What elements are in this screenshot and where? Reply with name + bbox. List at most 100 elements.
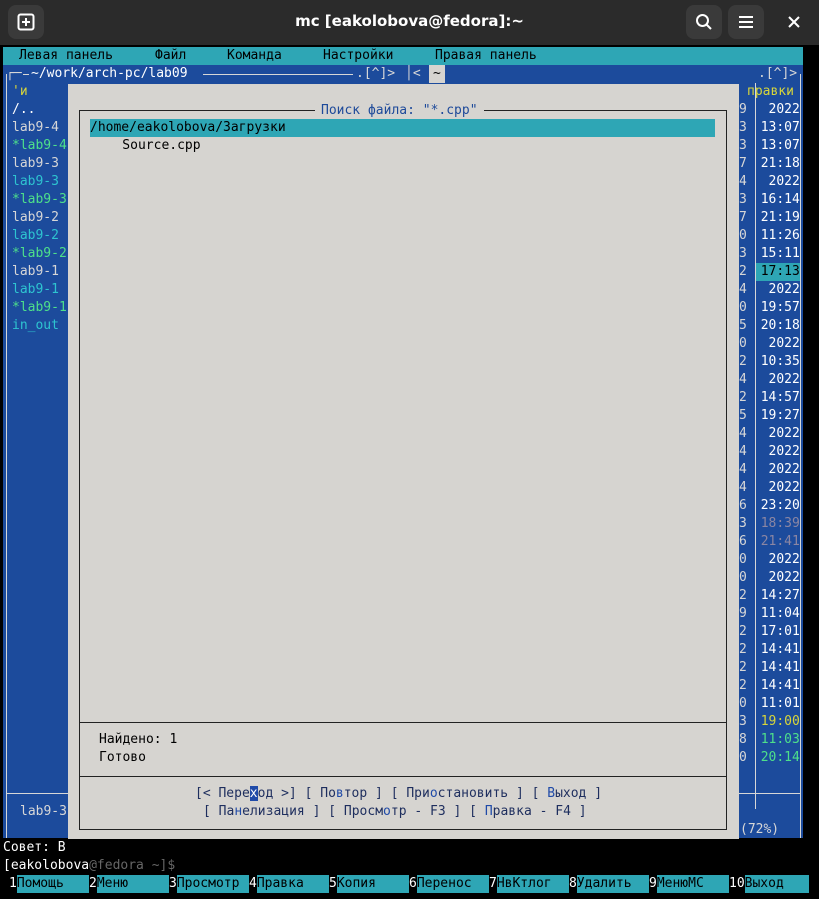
right-panel-file-row[interactable]: 5 20:18 — [739, 317, 800, 335]
left-panel-file-row[interactable]: lab9-3 — [12, 155, 59, 173]
fkey-10[interactable]: 10Выход — [729, 875, 809, 893]
right-panel-file-row[interactable]: 2 17:13 — [739, 263, 800, 281]
dialog-frame-bottom — [79, 829, 727, 830]
right-panel-file-row[interactable]: 2 14:41 — [739, 659, 800, 677]
row-modify-time: 11:03 — [760, 732, 800, 747]
right-panel-file-row[interactable]: 2 14:27 — [739, 587, 800, 605]
left-panel-file-row[interactable]: *lab9-3 — [12, 191, 67, 209]
fkey-8[interactable]: 8Удалить — [569, 875, 649, 893]
row-size-tail: 9 — [739, 102, 747, 117]
fkey-1[interactable]: 1Помощь — [9, 875, 89, 893]
right-panel-file-row[interactable]: 0 11:01 — [739, 695, 800, 713]
right-panel-file-row[interactable]: 7 21:18 — [739, 155, 800, 173]
row-modify-time: 17:01 — [760, 624, 800, 639]
menu-settings[interactable]: Настройки — [323, 47, 393, 65]
menu-right-panel[interactable]: Правая панель — [435, 47, 537, 65]
row-modify-time: 19:27 — [760, 408, 800, 423]
left-panel-file-row[interactable]: lab9-1 — [12, 263, 59, 281]
right-panel-file-row[interactable]: 2 14:41 — [739, 641, 800, 659]
dialog-title: Поиск файла: "*.cpp" — [315, 102, 484, 120]
fkey-6[interactable]: 6Перенос — [409, 875, 489, 893]
right-panel-file-row[interactable]: 0 2022 — [739, 569, 800, 587]
right-panel-file-row[interactable]: 3 19:00 — [739, 713, 800, 731]
right-panel-file-row[interactable]: 4 2022 — [739, 173, 800, 191]
left-panel-file-row[interactable]: lab9-2 — [12, 209, 59, 227]
dialog-button-2[interactable]: [ Приостановить ] — [391, 786, 524, 801]
menu-file[interactable]: Файл — [155, 47, 186, 65]
dialog-button-2-2[interactable]: [ Правка - F4 ] — [469, 804, 586, 819]
right-panel-file-row[interactable]: 3 15:11 — [739, 245, 800, 263]
row-size-tail: 5 — [739, 318, 747, 333]
dialog-button-3[interactable]: [ Выход ] — [532, 786, 602, 801]
prompt-user: [eakolobova — [3, 858, 90, 873]
left-panel-file-row[interactable]: lab9-2 — [12, 227, 59, 245]
close-window-button[interactable] — [776, 5, 812, 39]
fkey-7[interactable]: 7НвКтлог — [489, 875, 569, 893]
right-panel-path[interactable]: ~ — [429, 65, 445, 83]
hint-line: Совет: В — [3, 839, 803, 857]
right-panel-file-row[interactable]: 2 10:35 — [739, 353, 800, 371]
dialog-button-2-1[interactable]: [ Просмотр - F3 ] — [328, 804, 461, 819]
right-panel-file-row[interactable]: 2 14:57 — [739, 389, 800, 407]
left-panel-file-row[interactable]: *lab9-2 — [12, 245, 67, 263]
right-panel-file-row[interactable]: 7 21:19 — [739, 209, 800, 227]
right-panel-file-row[interactable]: 4 2022 — [739, 425, 800, 443]
right-panel-file-row[interactable]: 4 2022 — [739, 443, 800, 461]
right-panel-file-row[interactable]: 3 16:14 — [739, 191, 800, 209]
menu-left-panel[interactable]: Левая панель — [19, 47, 113, 65]
left-panel-path[interactable]: ~/work/arch-pc/lab09 — [31, 65, 188, 83]
left-panel-file-row[interactable]: *lab9-4 — [12, 137, 67, 155]
right-panel-file-row[interactable]: 0 11:26 — [739, 227, 800, 245]
result-row[interactable]: Source.cpp — [91, 137, 200, 155]
search-button[interactable] — [686, 5, 722, 39]
dialog-button-2-0[interactable]: [ Панелизация ] — [203, 804, 320, 819]
left-panel-file-row[interactable]: lab9-1 — [12, 281, 59, 299]
right-panel-file-row[interactable]: 9 11:04 — [739, 605, 800, 623]
result-row-selected[interactable]: /home/eakolobova/Загрузки — [90, 119, 715, 137]
right-panel-file-row[interactable]: 8 11:03 — [739, 731, 800, 749]
fkey-3[interactable]: 3Просмотр — [169, 875, 249, 893]
right-panel-file-row[interactable]: 0 20:14 — [739, 749, 800, 767]
right-panel-file-row[interactable]: 0 2022 — [739, 335, 800, 353]
right-panel-history[interactable]: .[^]> — [758, 65, 797, 83]
hamburger-menu-button[interactable] — [728, 5, 764, 39]
row-size-tail: 0 — [739, 552, 747, 567]
menu-command[interactable]: Команда — [227, 47, 282, 65]
left-panel-file-row[interactable]: lab9-3 — [12, 173, 59, 191]
fkey-2[interactable]: 2Меню — [89, 875, 169, 893]
row-modify-time: 11:01 — [760, 696, 800, 711]
left-panel-history[interactable]: .[^]> — [356, 65, 395, 83]
right-panel-border — [800, 74, 801, 838]
row-modify-time: 17:13 — [755, 263, 800, 281]
right-panel-file-row[interactable]: 4 2022 — [739, 281, 800, 299]
row-size-tail: 3 — [739, 192, 747, 207]
row-modify-time: 19:00 — [760, 714, 800, 729]
command-line[interactable]: [eakolobova@fedora ~]$ — [3, 857, 803, 875]
left-panel-file-row[interactable]: /.. — [12, 101, 35, 119]
left-panel-file-row[interactable]: in_out — [12, 317, 59, 335]
row-size-tail: 3 — [739, 516, 747, 531]
right-panel-file-row[interactable]: 0 2022 — [739, 551, 800, 569]
right-panel-file-row[interactable]: 0 19:57 — [739, 299, 800, 317]
fkey-9[interactable]: 9МенюMC — [649, 875, 729, 893]
right-panel-file-row[interactable]: 3 13:07 — [739, 137, 800, 155]
right-panel-file-row[interactable]: 6 23:20 — [739, 497, 800, 515]
right-panel-file-row[interactable]: 5 19:27 — [739, 407, 800, 425]
row-size-tail: 0 — [739, 750, 747, 765]
right-panel-file-row[interactable]: 6 21:41 — [739, 533, 800, 551]
right-panel-file-row[interactable]: 9 2022 — [739, 101, 800, 119]
dialog-button-1[interactable]: [ Повтор ] — [305, 786, 383, 801]
right-panel-file-row[interactable]: 2 14:41 — [739, 677, 800, 695]
left-panel-file-row[interactable]: *lab9-1 — [12, 299, 67, 317]
row-size-tail: 5 — [739, 408, 747, 423]
right-panel-file-row[interactable]: 3 13:07 — [739, 119, 800, 137]
right-panel-file-row[interactable]: 4 2022 — [739, 479, 800, 497]
dialog-button-0[interactable]: [< Переход >] — [195, 786, 297, 801]
right-panel-file-row[interactable]: 3 18:39 — [739, 515, 800, 533]
right-panel-file-row[interactable]: 4 2022 — [739, 371, 800, 389]
fkey-5[interactable]: 5Копия — [329, 875, 409, 893]
fkey-4[interactable]: 4Правка — [249, 875, 329, 893]
left-panel-file-row[interactable]: lab9-4 — [12, 119, 59, 137]
right-panel-file-row[interactable]: 2 17:01 — [739, 623, 800, 641]
right-panel-file-row[interactable]: 4 2022 — [739, 461, 800, 479]
